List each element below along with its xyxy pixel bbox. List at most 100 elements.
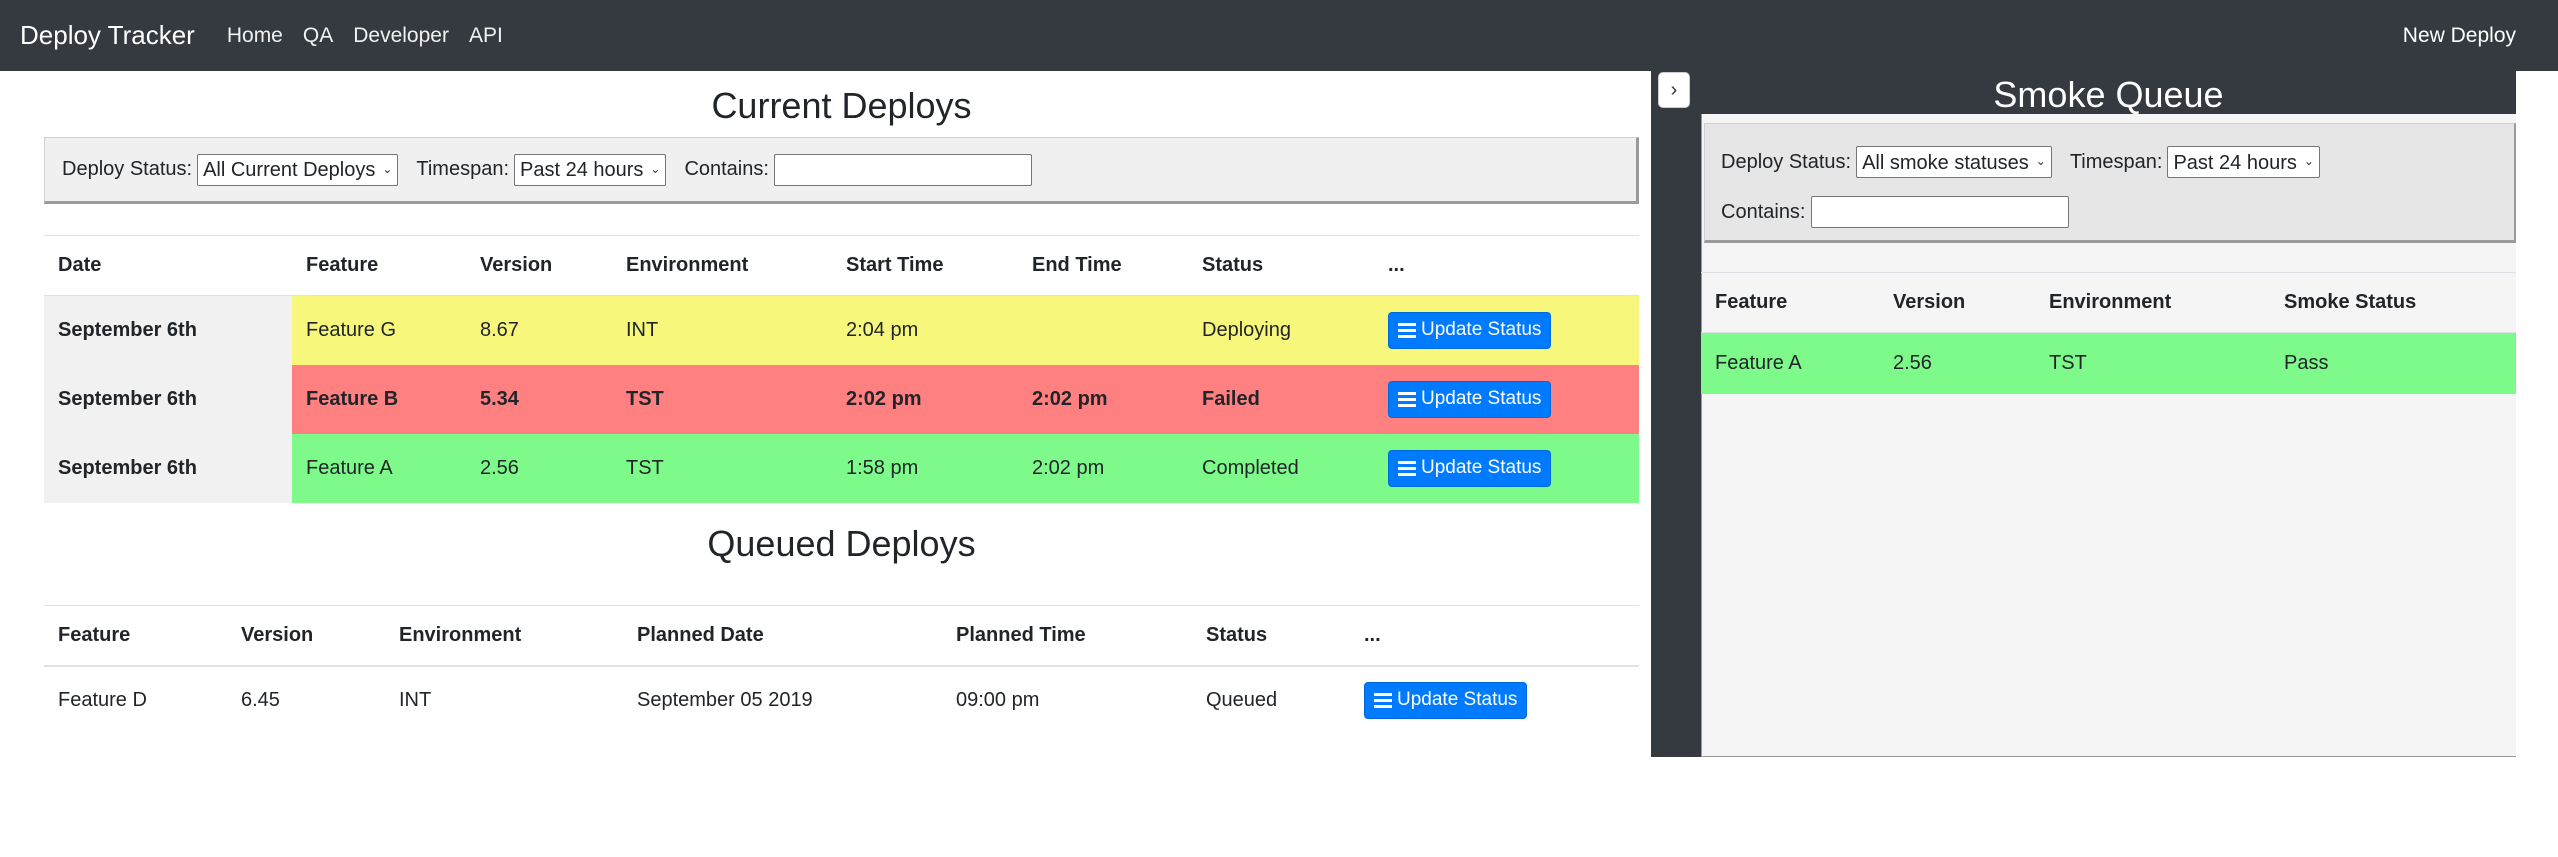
chevron-right-icon[interactable]: › xyxy=(1659,73,1689,107)
col-environment[interactable]: Environment xyxy=(385,606,623,666)
list-icon xyxy=(1398,460,1416,476)
feature-cell: Feature A xyxy=(292,433,466,503)
col-environment[interactable]: Environment xyxy=(2035,273,2270,333)
start-time-cell: 1:58 pm xyxy=(832,433,1018,503)
version-cell: 2.56 xyxy=(466,433,612,503)
current-filter-bar: Deploy Status: All Current Deploys ⌄ Tim… xyxy=(44,137,1639,204)
nav-link-home[interactable]: Home xyxy=(227,24,283,48)
new-deploy-link[interactable]: New Deploy xyxy=(2403,24,2516,48)
col-version[interactable]: Version xyxy=(466,236,612,296)
planned-date-cell: September 05 2019 xyxy=(637,688,813,711)
update-status-button[interactable]: Update Status xyxy=(1388,311,1552,349)
queued-deploys-table: Feature Version Environment Planned Date… xyxy=(44,605,1639,734)
contains-label: Contains: xyxy=(684,158,769,180)
status-cell: Queued xyxy=(1206,688,1278,711)
update-status-button[interactable]: Update Status xyxy=(1364,681,1528,719)
smoke-contains-input[interactable] xyxy=(1810,196,2069,228)
chevron-down-icon: ⌄ xyxy=(382,161,393,176)
environment-cell: INT xyxy=(612,295,832,365)
list-icon xyxy=(1374,692,1392,708)
update-status-button[interactable]: Update Status xyxy=(1388,449,1552,487)
smoke-timespan-value: Past 24 hours xyxy=(2173,151,2297,174)
environment-cell: TST xyxy=(2035,332,2270,394)
feature-cell: Feature A xyxy=(1701,332,1879,394)
smoke-status-value: All smoke statuses xyxy=(1862,151,2029,174)
status-cell: Failed xyxy=(1188,364,1374,434)
current-deploys-table: Date Feature Version Environment Start T… xyxy=(44,235,1639,503)
col-planned-date[interactable]: Planned Date xyxy=(623,606,942,666)
date-cell: September 6th xyxy=(44,433,292,503)
col-status[interactable]: Status xyxy=(1192,606,1350,666)
col-version[interactable]: Version xyxy=(227,606,385,666)
environment-cell: TST xyxy=(612,364,832,434)
table-row: Feature D 6.45 INT September 05 2019 09:… xyxy=(44,666,1639,734)
list-icon xyxy=(1398,391,1416,407)
brand-link[interactable]: Deploy Tracker xyxy=(20,20,195,51)
table-row: September 6th Feature G 8.67 INT 2:04 pm… xyxy=(44,295,1639,365)
smoke-filter-bar: Deploy Status: All smoke statuses ⌄ Time… xyxy=(1704,123,2516,243)
chevron-down-icon: ⌄ xyxy=(650,161,661,176)
smoke-contains-label: Contains: xyxy=(1721,200,1806,223)
smoke-queue-table: Feature Version Environment Smoke Status… xyxy=(1701,272,2516,394)
end-time-cell: 2:02 pm xyxy=(1018,433,1188,503)
update-status-label: Update Status xyxy=(1397,689,1518,710)
table-row: Feature A 2.56 TST Pass xyxy=(1701,332,2516,394)
col-version[interactable]: Version xyxy=(1879,273,2035,333)
contains-input[interactable] xyxy=(773,153,1032,186)
date-cell: September 6th xyxy=(44,295,292,365)
navbar: Deploy Tracker Home QA Developer API New… xyxy=(0,0,2558,71)
smoke-status-cell: Pass xyxy=(2270,332,2516,394)
col-actions: ... xyxy=(1388,254,1405,276)
smoke-status-select[interactable]: All smoke statuses ⌄ xyxy=(1856,146,2052,178)
update-status-label: Update Status xyxy=(1421,457,1542,478)
action-cell: Update Status xyxy=(1374,364,1639,434)
table-header-row: Date Feature Version Environment Start T… xyxy=(44,236,1639,296)
table-header-row: Feature Version Environment Planned Date… xyxy=(44,606,1639,666)
version-cell: 2.56 xyxy=(1879,332,2035,394)
col-feature[interactable]: Feature xyxy=(44,606,227,666)
timespan-label: Timespan: xyxy=(416,158,510,180)
table-row: September 6th Feature A 2.56 TST 1:58 pm… xyxy=(44,433,1639,503)
update-status-label: Update Status xyxy=(1421,388,1542,409)
col-environment[interactable]: Environment xyxy=(612,236,832,296)
col-actions: ... xyxy=(1364,623,1381,646)
date-cell: September 6th xyxy=(44,364,292,434)
update-status-button[interactable]: Update Status xyxy=(1388,380,1552,418)
col-feature[interactable]: Feature xyxy=(1701,273,1879,333)
col-date[interactable]: Date xyxy=(44,236,292,296)
col-start-time[interactable]: Start Time xyxy=(832,236,1018,296)
feature-cell: Feature B xyxy=(292,364,466,434)
action-cell: Update Status xyxy=(1374,433,1639,503)
feature-cell: Feature D xyxy=(58,688,147,711)
action-cell: Update Status xyxy=(1350,666,1639,734)
deploy-status-select[interactable]: All Current Deploys ⌄ xyxy=(197,153,399,186)
chevron-down-icon: ⌄ xyxy=(2035,154,2046,168)
col-planned-time[interactable]: Planned Time xyxy=(942,606,1192,666)
nav-link-api[interactable]: API xyxy=(469,24,503,48)
start-time-cell: 2:02 pm xyxy=(832,364,1018,434)
start-time-cell: 2:04 pm xyxy=(832,295,1018,365)
smoke-queue-title: Smoke Queue xyxy=(1993,74,2224,115)
queued-deploys-title: Queued Deploys xyxy=(707,523,976,564)
deploy-status-label: Deploy Status: xyxy=(62,158,193,180)
smoke-timespan-select[interactable]: Past 24 hours ⌄ xyxy=(2167,146,2320,178)
action-cell: Update Status xyxy=(1374,295,1639,365)
col-feature[interactable]: Feature xyxy=(292,236,466,296)
col-smoke-status[interactable]: Smoke Status xyxy=(2270,273,2516,333)
update-status-label: Update Status xyxy=(1421,319,1542,341)
chevron-down-icon: ⌄ xyxy=(2303,154,2314,168)
current-deploys-title: Current Deploys xyxy=(711,85,972,126)
version-cell: 6.45 xyxy=(241,688,280,711)
end-time-cell: 2:02 pm xyxy=(1018,364,1188,434)
status-cell: Completed xyxy=(1188,433,1374,503)
table-row: September 6th Feature B 5.34 TST 2:02 pm… xyxy=(44,364,1639,434)
version-cell: 5.34 xyxy=(466,364,612,434)
col-end-time[interactable]: End Time xyxy=(1018,236,1188,296)
timespan-select[interactable]: Past 24 hours ⌄ xyxy=(514,153,667,186)
list-icon xyxy=(1398,322,1416,338)
col-status[interactable]: Status xyxy=(1188,236,1374,296)
nav-link-developer[interactable]: Developer xyxy=(353,24,449,48)
nav-link-qa[interactable]: QA xyxy=(303,24,333,48)
smoke-status-label: Deploy Status: xyxy=(1721,150,1852,173)
deploy-status-value: All Current Deploys xyxy=(203,159,376,181)
